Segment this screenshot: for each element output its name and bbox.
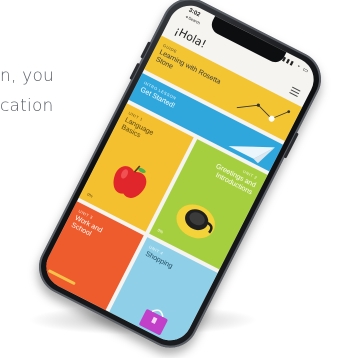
background-text-line-2: cation (0, 96, 54, 116)
unit-1-progress: 0% (86, 191, 94, 199)
hamburger-menu-icon[interactable] (288, 86, 301, 99)
background-text-line-1: n, you (0, 66, 55, 86)
phone-screen: 3:02 ◂ Search ▮▮▮ ◔ ▭ ¡Hola! GUIDE Learn… (38, 0, 322, 348)
apple-icon (113, 165, 147, 198)
pencil-icon (47, 269, 76, 286)
unit-2-progress: 0% (156, 227, 165, 235)
coffee-cup-icon (176, 204, 215, 239)
phone-mockup: 3:02 ◂ Search ▮▮▮ ◔ ▭ ¡Hola! GUIDE Learn… (29, 0, 331, 358)
unit-1-title: Language Basics (119, 116, 155, 140)
